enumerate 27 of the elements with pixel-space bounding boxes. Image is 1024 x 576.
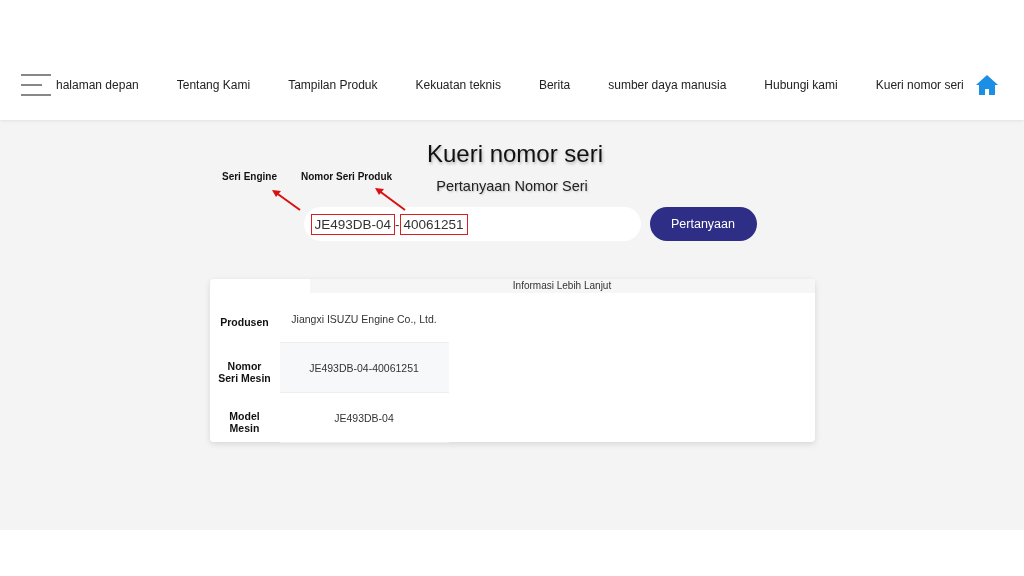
query-button[interactable]: Pertanyaan [649, 207, 757, 241]
nav-link[interactable]: Kekuatan teknis [415, 78, 501, 92]
nav-link[interactable]: Hubungi kami [764, 78, 838, 92]
card-title: Informasi Lebih Lanjut [309, 279, 815, 293]
nav-link[interactable]: halaman depan [56, 78, 139, 92]
annotation-arrow [272, 190, 301, 211]
row-label: Model Mesin [228, 409, 261, 436]
nav-link[interactable]: sumber daya manusia [608, 78, 727, 92]
nav-link[interactable]: Kueri nomor seri [875, 78, 964, 92]
serial-field[interactable]: JE493DB-04 - 40061251 [303, 207, 641, 241]
row-label: Nomor Seri Mesin [217, 359, 272, 386]
table-cell: JE493DB-04-40061251 [279, 343, 449, 393]
table-cell: JE493DB-04 [279, 393, 449, 443]
row-label: Produsen [219, 315, 270, 330]
highlighted-text: 40061251 [399, 213, 468, 235]
menu-icon[interactable] [20, 73, 52, 97]
highlighted-text: JE493DB-04 [310, 213, 396, 235]
nav-link[interactable]: Tampilan Produk [288, 78, 378, 92]
home-icon[interactable] [975, 75, 998, 95]
nav-link[interactable]: Tentang Kami [176, 78, 251, 92]
annotation-label: Seri Engine [222, 171, 277, 182]
nav-link[interactable]: Berita [538, 78, 571, 92]
annotation-label: Nomor Seri Produk [301, 171, 393, 182]
page-title: Kueri nomor seri [425, 140, 604, 168]
field-text: - [395, 215, 400, 234]
page-subtitle: Pertanyaan Nomor Seri [436, 178, 588, 194]
annotation-arrow [375, 188, 406, 211]
